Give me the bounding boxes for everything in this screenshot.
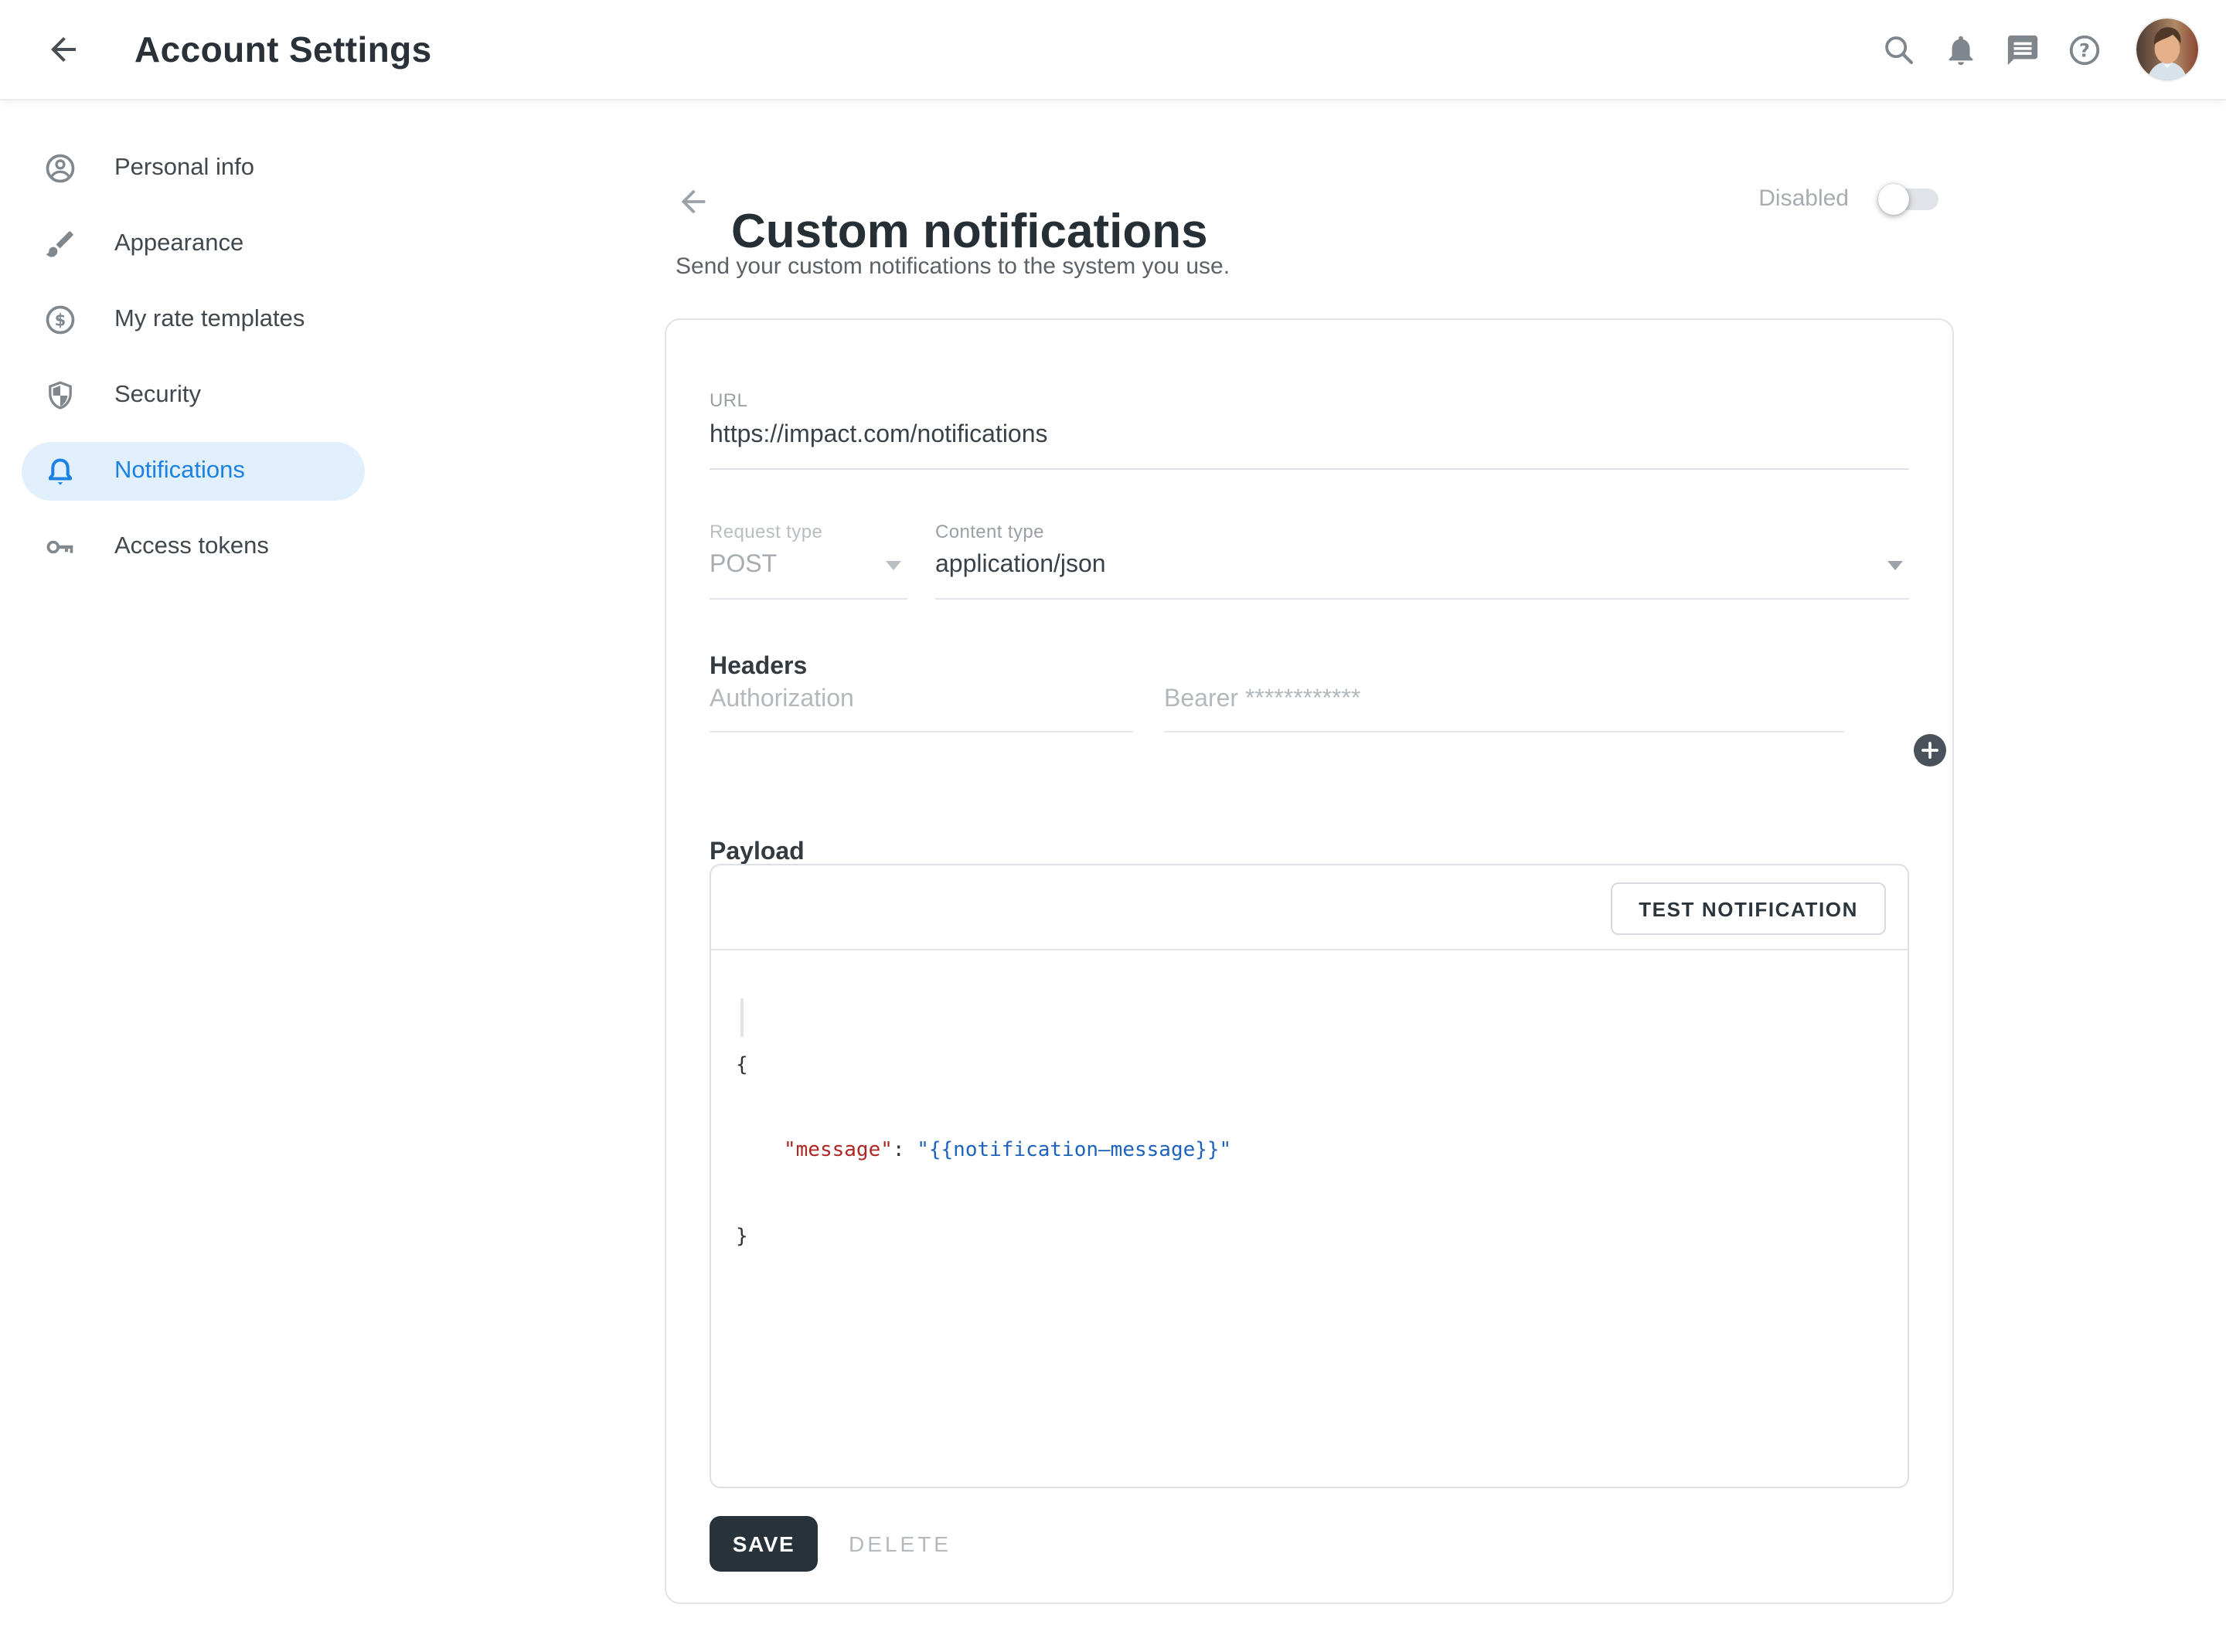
code-line: "message": "{{notification—message}}"	[736, 1138, 1883, 1167]
indent-guide	[740, 998, 744, 1037]
header-key-input[interactable]	[710, 680, 1133, 733]
sidebar-item-appearance[interactable]: Appearance	[22, 215, 365, 274]
back-arrow-icon[interactable]	[45, 31, 82, 68]
app-title: Account Settings	[134, 29, 432, 70]
content-type-label: Content type	[935, 521, 1909, 542]
chevron-down-icon	[886, 561, 901, 570]
sidebar-item-label: Appearance	[114, 230, 243, 258]
notification-settings-card: URL Request type POST Content type appli…	[665, 318, 1954, 1604]
url-label: URL	[710, 389, 1909, 411]
sidebar: Personal info Appearance $ My rate templ…	[0, 99, 405, 593]
plus-icon	[1921, 742, 1938, 759]
page: Account Settings ?	[0, 0, 2226, 1652]
add-header-button[interactable]	[1914, 734, 1946, 767]
svg-text:$: $	[55, 311, 66, 330]
code-line: {	[736, 1052, 1883, 1081]
enable-toggle[interactable]	[1883, 188, 1938, 209]
payload-toolbar: TEST NOTIFICATION	[711, 865, 1908, 950]
url-input[interactable]	[710, 411, 1909, 468]
json-value: "{{notification—message}}"	[917, 1140, 1231, 1163]
sidebar-item-label: Access tokens	[114, 533, 269, 561]
headers-section-title: Headers	[710, 654, 807, 682]
avatar[interactable]	[2136, 19, 2198, 80]
request-type-value: POST	[710, 552, 777, 580]
sidebar-item-access-tokens[interactable]: Access tokens	[22, 518, 365, 576]
content-type-value: application/json	[935, 552, 1106, 580]
toggle-thumb	[1878, 183, 1909, 214]
sidebar-item-my-rate-templates[interactable]: $ My rate templates	[22, 291, 365, 349]
sidebar-item-personal-info[interactable]: Personal info	[22, 139, 365, 198]
key-icon	[43, 530, 77, 564]
sidebar-item-label: Notifications	[114, 457, 245, 485]
chat-icon[interactable]	[2005, 32, 2040, 67]
header-value-input[interactable]	[1164, 680, 1844, 733]
notification-bell-icon[interactable]	[1943, 32, 1979, 67]
help-icon[interactable]: ?	[2067, 32, 2102, 67]
toggle-state-label: Disabled	[1758, 185, 1849, 212]
url-field: URL	[710, 389, 1909, 470]
header-value-field	[1164, 680, 1844, 733]
payload-code[interactable]: { "message": "{{notification—message}}" …	[711, 950, 1908, 1326]
save-button[interactable]: SAVE	[710, 1516, 818, 1572]
topbar-icons: ?	[1881, 19, 2198, 80]
json-key: "message"	[784, 1140, 893, 1163]
header-key-field	[710, 680, 1133, 733]
page-subtitle: Send your custom notifications to the sy…	[676, 253, 1230, 280]
bell-icon	[43, 454, 77, 488]
code-line: }	[736, 1223, 1883, 1252]
sidebar-item-notifications[interactable]: Notifications	[22, 442, 365, 501]
person-circle-icon	[43, 151, 77, 185]
svg-text:?: ?	[2079, 39, 2090, 60]
request-type-label: Request type	[710, 521, 907, 542]
request-type-select[interactable]: Request type POST	[710, 521, 907, 600]
search-icon[interactable]	[1881, 32, 1917, 67]
brush-icon	[43, 227, 77, 261]
topbar: Account Settings ?	[0, 0, 2226, 99]
sidebar-item-label: My rate templates	[114, 306, 305, 334]
payload-editor: TEST NOTIFICATION { "message": "{{notifi…	[710, 864, 1909, 1488]
delete-button[interactable]: DELETE	[839, 1516, 961, 1572]
chevron-down-icon	[1887, 561, 1903, 570]
test-notification-button[interactable]: TEST NOTIFICATION	[1611, 882, 1886, 935]
payload-section-title: Payload	[710, 839, 805, 867]
sidebar-item-label: Personal info	[114, 155, 254, 182]
sidebar-item-label: Security	[114, 382, 201, 410]
enable-toggle-group: Disabled	[1758, 185, 1938, 212]
page-title: Custom notifications	[731, 204, 1208, 260]
page-back-arrow-icon[interactable]	[676, 184, 711, 219]
content-type-select[interactable]: Content type application/json	[935, 521, 1909, 600]
shield-icon	[43, 379, 77, 413]
json-separator: :	[893, 1140, 917, 1163]
dollar-circle-icon: $	[43, 303, 77, 337]
sidebar-item-security[interactable]: Security	[22, 366, 365, 425]
